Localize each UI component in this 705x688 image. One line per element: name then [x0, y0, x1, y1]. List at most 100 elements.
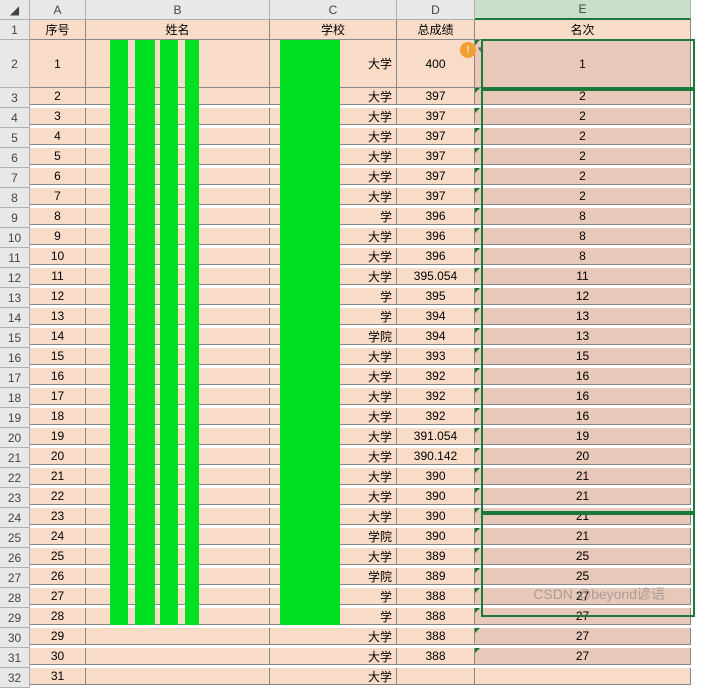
- cell-E4[interactable]: 2: [475, 108, 691, 125]
- cell-A9[interactable]: 8: [30, 208, 86, 225]
- cell-D24[interactable]: 390: [397, 508, 475, 525]
- row-header-21[interactable]: 21: [0, 448, 30, 468]
- cell-A30[interactable]: 29: [30, 628, 86, 645]
- row-header-16[interactable]: 16: [0, 348, 30, 368]
- cell-A21[interactable]: 20: [30, 448, 86, 465]
- cell-E9[interactable]: 8: [475, 208, 691, 225]
- header-cell-D[interactable]: 总成绩: [397, 20, 475, 40]
- row-header-3[interactable]: 3: [0, 88, 30, 108]
- cell-A25[interactable]: 24: [30, 528, 86, 545]
- cell-E12[interactable]: 11: [475, 268, 691, 285]
- cell-A8[interactable]: 7: [30, 188, 86, 205]
- cell-E32[interactable]: [475, 668, 691, 685]
- cell-C31[interactable]: 大学: [270, 648, 397, 665]
- row-header-13[interactable]: 13: [0, 288, 30, 308]
- row-header-32[interactable]: 32: [0, 668, 30, 688]
- cell-D25[interactable]: 390: [397, 528, 475, 545]
- cell-A6[interactable]: 5: [30, 148, 86, 165]
- row-header-11[interactable]: 11: [0, 248, 30, 268]
- header-cell-E[interactable]: 名次: [475, 20, 691, 40]
- cell-B31[interactable]: [86, 648, 270, 665]
- cell-D23[interactable]: 390: [397, 488, 475, 505]
- cell-A11[interactable]: 10: [30, 248, 86, 265]
- cell-D6[interactable]: 397: [397, 148, 475, 165]
- row-header-22[interactable]: 22: [0, 468, 30, 488]
- cell-D7[interactable]: 397: [397, 168, 475, 185]
- row-header-14[interactable]: 14: [0, 308, 30, 328]
- cell-D28[interactable]: 388: [397, 588, 475, 605]
- cell-E2[interactable]: 1: [475, 40, 691, 88]
- cell-A28[interactable]: 27: [30, 588, 86, 605]
- col-header-A[interactable]: A: [30, 0, 86, 20]
- row-header-30[interactable]: 30: [0, 628, 30, 648]
- header-cell-B[interactable]: 姓名: [86, 20, 270, 40]
- cell-D10[interactable]: 396: [397, 228, 475, 245]
- cell-D31[interactable]: 388: [397, 648, 475, 665]
- cell-A16[interactable]: 15: [30, 348, 86, 365]
- header-cell-A[interactable]: 序号: [30, 20, 86, 40]
- cell-D9[interactable]: 396: [397, 208, 475, 225]
- cell-A10[interactable]: 9: [30, 228, 86, 245]
- cell-D11[interactable]: 396: [397, 248, 475, 265]
- cell-E29[interactable]: 27: [475, 608, 691, 625]
- row-header-23[interactable]: 23: [0, 488, 30, 508]
- cell-D4[interactable]: 397: [397, 108, 475, 125]
- cell-E24[interactable]: 21: [475, 508, 691, 525]
- cell-E21[interactable]: 20: [475, 448, 691, 465]
- col-header-B[interactable]: B: [86, 0, 270, 20]
- cell-A23[interactable]: 22: [30, 488, 86, 505]
- row-header-12[interactable]: 12: [0, 268, 30, 288]
- cell-E16[interactable]: 15: [475, 348, 691, 365]
- cell-E20[interactable]: 19: [475, 428, 691, 445]
- cell-D21[interactable]: 390.142: [397, 448, 475, 465]
- cell-A26[interactable]: 25: [30, 548, 86, 565]
- cell-A5[interactable]: 4: [30, 128, 86, 145]
- row-header-10[interactable]: 10: [0, 228, 30, 248]
- cell-E31[interactable]: 27: [475, 648, 691, 665]
- row-header-7[interactable]: 7: [0, 168, 30, 188]
- cell-E17[interactable]: 16: [475, 368, 691, 385]
- cell-E15[interactable]: 13: [475, 328, 691, 345]
- row-header-2[interactable]: 2: [0, 40, 30, 88]
- cell-A3[interactable]: 2: [30, 88, 86, 105]
- row-header-25[interactable]: 25: [0, 528, 30, 548]
- cell-A18[interactable]: 17: [30, 388, 86, 405]
- col-header-E[interactable]: E: [475, 0, 691, 20]
- cell-E5[interactable]: 2: [475, 128, 691, 145]
- row-header-19[interactable]: 19: [0, 408, 30, 428]
- select-all-corner[interactable]: ◢: [0, 0, 30, 20]
- row-header-26[interactable]: 26: [0, 548, 30, 568]
- row-header-4[interactable]: 4: [0, 108, 30, 128]
- cell-E13[interactable]: 12: [475, 288, 691, 305]
- cell-E28[interactable]: 27: [475, 588, 691, 605]
- cell-E30[interactable]: 27: [475, 628, 691, 645]
- cell-E8[interactable]: 2: [475, 188, 691, 205]
- row-header-15[interactable]: 15: [0, 328, 30, 348]
- cell-A19[interactable]: 18: [30, 408, 86, 425]
- cell-A31[interactable]: 30: [30, 648, 86, 665]
- col-header-C[interactable]: C: [270, 0, 397, 20]
- cell-A4[interactable]: 3: [30, 108, 86, 125]
- cell-E14[interactable]: 13: [475, 308, 691, 325]
- cell-D20[interactable]: 391.054: [397, 428, 475, 445]
- cell-A15[interactable]: 14: [30, 328, 86, 345]
- cell-E3[interactable]: 2: [475, 88, 691, 105]
- cell-A7[interactable]: 6: [30, 168, 86, 185]
- row-header-6[interactable]: 6: [0, 148, 30, 168]
- cell-E7[interactable]: 2: [475, 168, 691, 185]
- cell-A17[interactable]: 16: [30, 368, 86, 385]
- cell-D27[interactable]: 389: [397, 568, 475, 585]
- cell-D5[interactable]: 397: [397, 128, 475, 145]
- row-header-31[interactable]: 31: [0, 648, 30, 668]
- cell-D18[interactable]: 392: [397, 388, 475, 405]
- row-header-24[interactable]: 24: [0, 508, 30, 528]
- cell-B30[interactable]: [86, 628, 270, 645]
- error-indicator-icon[interactable]: !: [460, 42, 476, 58]
- cell-D12[interactable]: 395.054: [397, 268, 475, 285]
- cell-E11[interactable]: 8: [475, 248, 691, 265]
- cell-D3[interactable]: 397: [397, 88, 475, 105]
- cell-A22[interactable]: 21: [30, 468, 86, 485]
- cell-A27[interactable]: 26: [30, 568, 86, 585]
- cell-D22[interactable]: 390: [397, 468, 475, 485]
- cell-E27[interactable]: 25: [475, 568, 691, 585]
